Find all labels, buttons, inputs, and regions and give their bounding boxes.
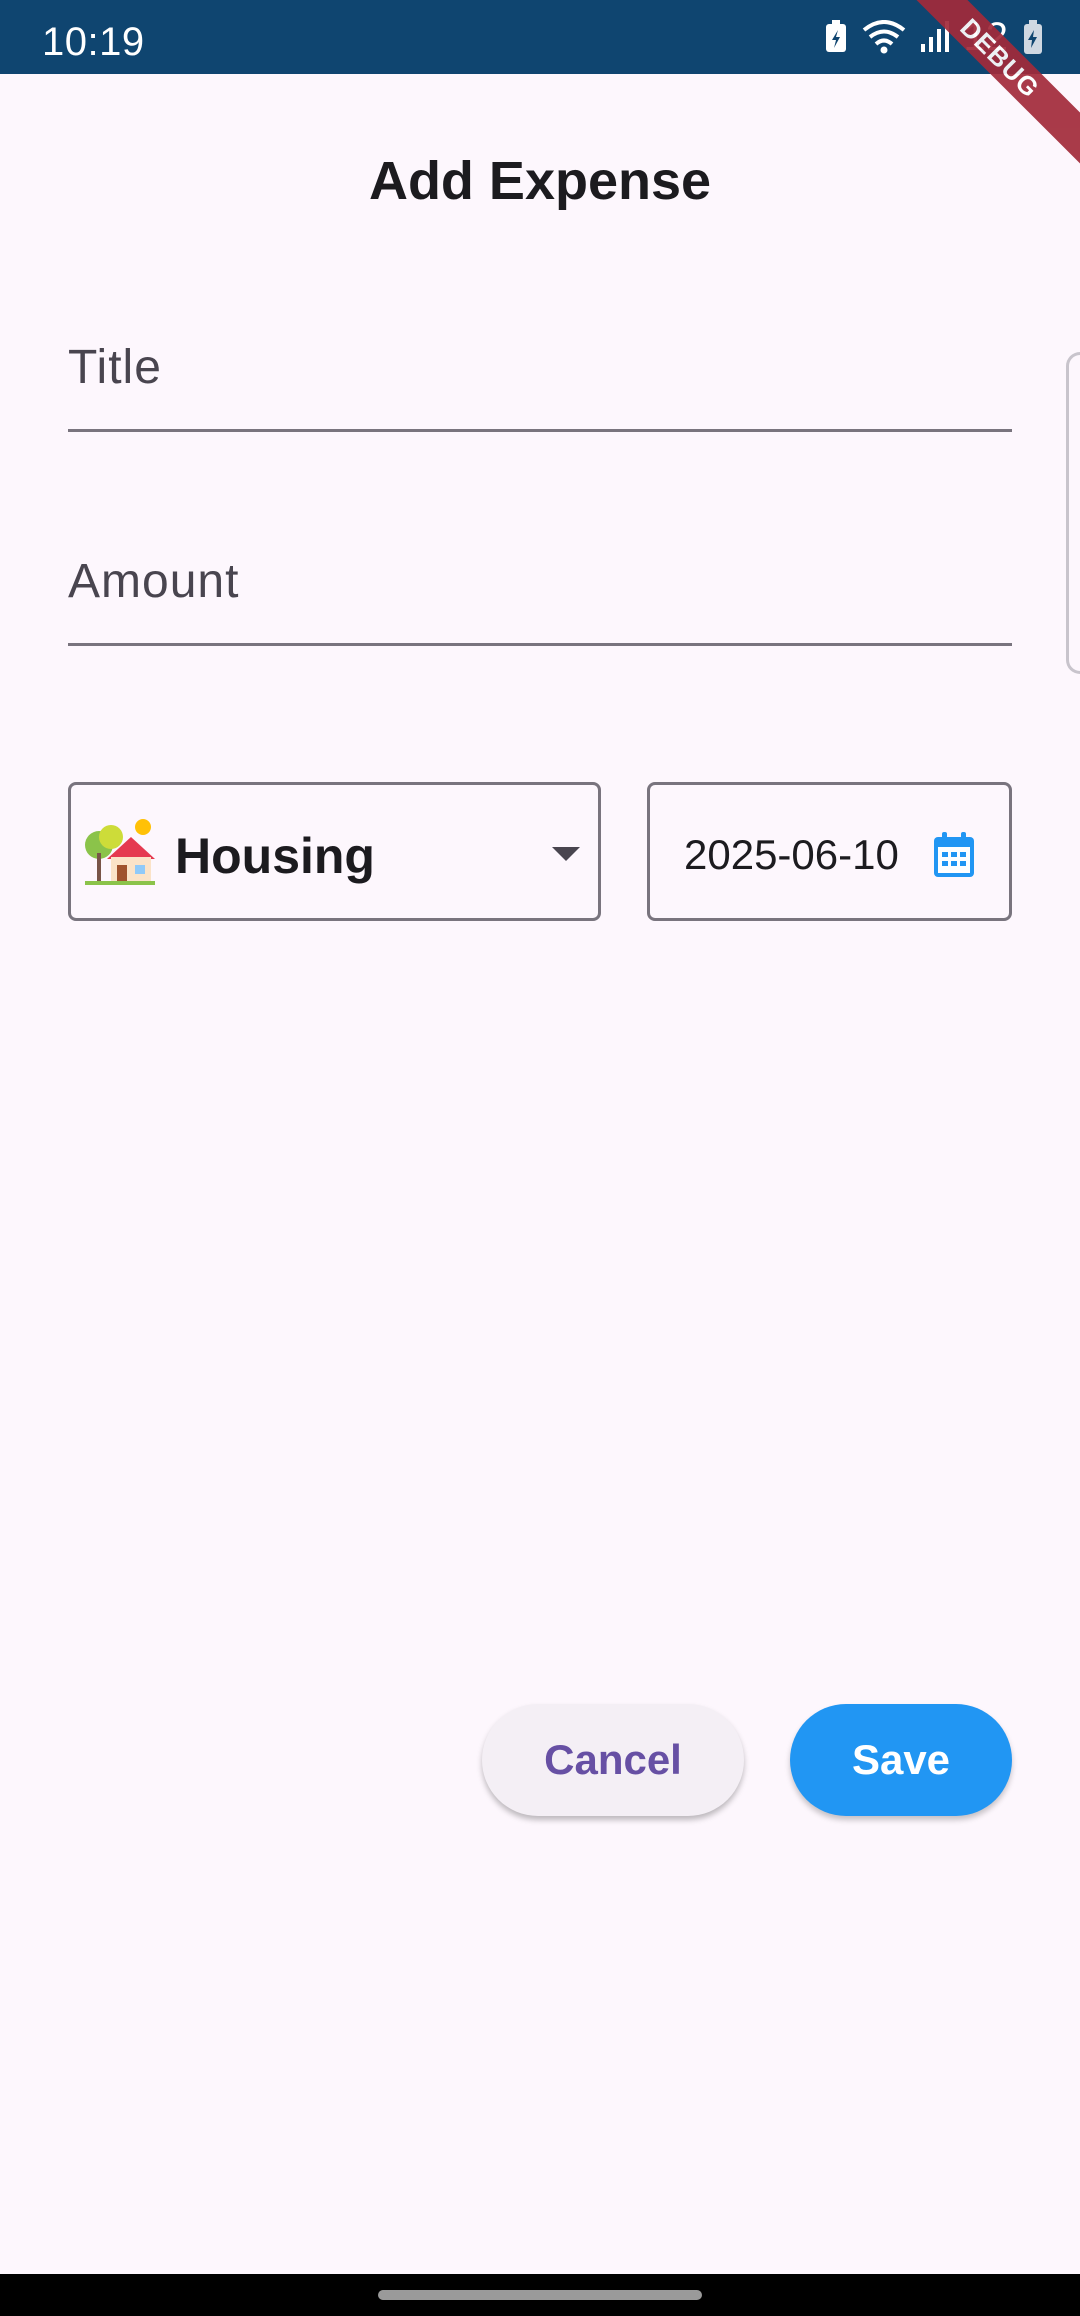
battery-charging-icon — [1022, 19, 1044, 55]
house-icon — [81, 815, 155, 889]
save-button[interactable]: Save — [790, 1704, 1012, 1816]
side-panel-handle[interactable] — [1066, 352, 1080, 674]
page-title: Add Expense — [368, 151, 712, 211]
category-selected: Housing — [175, 828, 375, 884]
status-time: 10:19 — [42, 20, 145, 64]
title-field[interactable]: Title — [68, 312, 1012, 432]
status-bar: 10:19 12 — [0, 0, 1080, 177]
battery-saver-icon — [824, 20, 848, 54]
date-value: 2025-06-10 — [684, 831, 899, 878]
wifi-icon — [862, 20, 906, 54]
cancel-button[interactable]: Cancel — [482, 1704, 744, 1816]
home-indicator[interactable] — [378, 2290, 702, 2300]
chevron-down-icon — [552, 847, 580, 861]
amount-field[interactable]: Amount — [68, 526, 1012, 646]
category-dropdown[interactable]: Housing — [68, 782, 601, 921]
date-picker-field[interactable]: 2025-06-10 — [647, 782, 1012, 921]
title-field-label: Title — [68, 341, 162, 394]
navigation-bar — [0, 2274, 1080, 2316]
calendar-icon[interactable] — [932, 831, 976, 879]
amount-field-label: Amount — [68, 555, 240, 608]
